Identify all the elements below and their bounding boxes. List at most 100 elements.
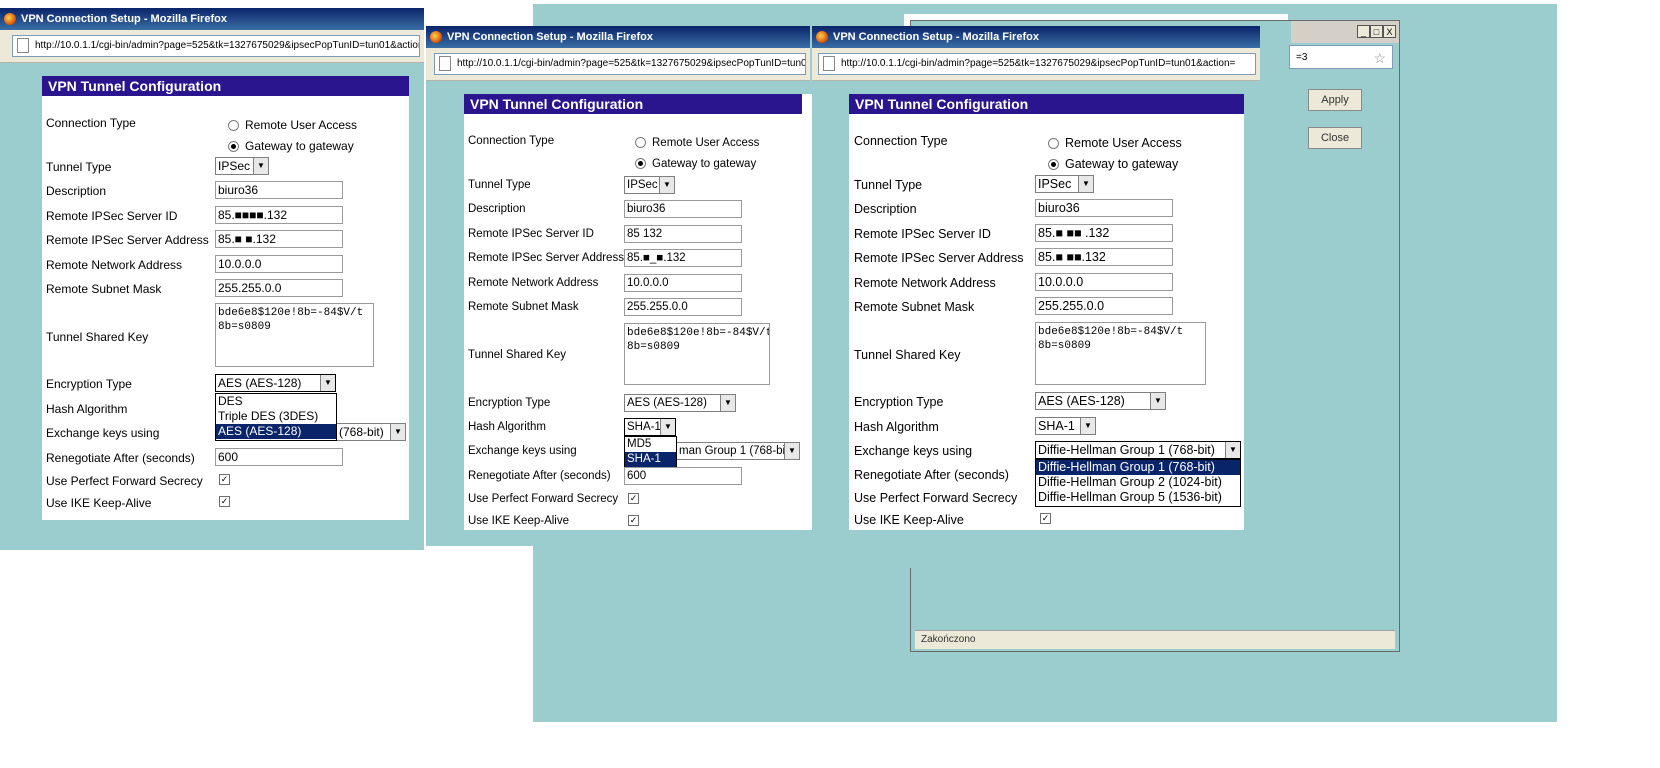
exchange-keys-select[interactable]: Diffie-Hellman Group 1 (768-bit) ▼ xyxy=(1035,441,1241,459)
label-ike: Use IKE Keep-Alive xyxy=(854,513,964,527)
dropdown-option-selected[interactable]: AES (AES-128) xyxy=(216,424,336,439)
encryption-type-select[interactable]: AES (AES-128) ▼ xyxy=(624,394,736,412)
label-description: Description xyxy=(854,202,917,216)
dropdown-option[interactable]: DES xyxy=(216,394,336,409)
dropdown-option[interactable]: MD5 xyxy=(625,437,676,452)
exchange-keys-select[interactable]: man Group 1 (768-bit) ▼ xyxy=(676,442,800,460)
renegotiate-input[interactable]: 600 xyxy=(624,467,742,485)
label-shared-key: Tunnel Shared Key xyxy=(46,330,149,344)
encryption-type-select[interactable]: AES (AES-128) ▼ xyxy=(215,374,336,392)
subnet-mask-input[interactable]: 255.255.0.0 xyxy=(624,298,742,316)
ike-checkbox[interactable]: ✓ xyxy=(219,496,230,507)
server-address-input[interactable]: 85.■ ■.132 xyxy=(215,230,343,248)
chevron-down-icon: ▼ xyxy=(320,375,335,391)
dropdown-option[interactable]: Diffie-Hellman Group 2 (1024-bit) xyxy=(1036,475,1240,490)
label-description: Description xyxy=(468,203,526,215)
window-3-titlebar: VPN Connection Setup - Mozilla Firefox xyxy=(812,26,1260,48)
chevron-down-icon: ▼ xyxy=(253,158,268,174)
tunnel-type-select[interactable]: IPSec ▼ xyxy=(215,157,269,175)
tunnel-type-select[interactable]: IPSec ▼ xyxy=(1035,175,1094,193)
label-shared-key: Tunnel Shared Key xyxy=(468,349,567,361)
panel-heading: VPN Tunnel Configuration xyxy=(849,94,1244,114)
label-subnet-mask: Remote Subnet Mask xyxy=(854,300,975,314)
label-server-address: Remote IPSec Server Address xyxy=(46,233,209,247)
description-input[interactable]: biuro36 xyxy=(215,181,343,199)
panel-heading: VPN Tunnel Configuration xyxy=(42,76,409,96)
window-title: VPN Connection Setup - Mozilla Firefox xyxy=(833,31,1039,43)
description-input[interactable]: biuro36 xyxy=(1035,199,1173,217)
chevron-down-icon: ▼ xyxy=(720,395,735,411)
dropdown-option-selected[interactable]: SHA-1 xyxy=(625,452,676,467)
label-encryption-type: Encryption Type xyxy=(468,397,551,409)
pfs-checkbox[interactable]: ✓ xyxy=(219,474,230,485)
chevron-down-icon: ▼ xyxy=(659,177,674,193)
dropdown-option[interactable]: Diffie-Hellman Group 5 (1536-bit) xyxy=(1036,490,1240,505)
server-id-input[interactable]: 85 132 xyxy=(624,225,742,243)
tunnel-type-select[interactable]: IPSec ▼ xyxy=(624,176,675,194)
chevron-down-icon: ▼ xyxy=(1150,393,1165,409)
hash-algorithm-select[interactable]: SHA-1 ▼ xyxy=(624,418,676,436)
exchange-keys-select[interactable]: (768-bit) ▼ xyxy=(336,423,406,441)
pfs-checkbox[interactable]: ✓ xyxy=(628,493,639,504)
chevron-down-icon: ▼ xyxy=(1078,176,1093,192)
radio-gateway-to-gateway[interactable]: Gateway to gateway xyxy=(635,158,756,170)
hash-dropdown-list[interactable]: MD5 SHA-1 xyxy=(624,436,677,469)
label-pfs: Use Perfect Forward Secrecy xyxy=(46,474,203,488)
network-address-input[interactable]: 10.0.0.0 xyxy=(215,255,343,273)
window-2-urlbar: http://10.0.1.1/cgi-bin/admin?page=525&t… xyxy=(426,48,810,81)
ike-checkbox[interactable]: ✓ xyxy=(1040,513,1051,524)
label-tunnel-type: Tunnel Type xyxy=(468,179,531,191)
url-field[interactable]: http://10.0.1.1/cgi-bin/admin?page=525&t… xyxy=(12,35,420,57)
window-1-urlbar: http://10.0.1.1/cgi-bin/admin?page=525&t… xyxy=(0,30,424,63)
radio-gateway-to-gateway[interactable]: Gateway to gateway xyxy=(228,139,354,153)
shared-key-textarea[interactable]: bde6e8$120e!8b=-84$V/t 8b=s0809 xyxy=(1035,322,1206,385)
network-address-input[interactable]: 10.0.0.0 xyxy=(1035,273,1173,291)
dropdown-option-selected[interactable]: Diffie-Hellman Group 1 (768-bit) xyxy=(1036,460,1240,475)
close-window-button[interactable]: X xyxy=(1383,25,1396,38)
ike-checkbox[interactable]: ✓ xyxy=(628,515,639,526)
background-url-field[interactable]: =3 ☆ xyxy=(1289,45,1393,69)
network-address-input[interactable]: 10.0.0.0 xyxy=(624,274,742,292)
close-button[interactable]: Close xyxy=(1308,127,1362,149)
minimize-button[interactable]: _ xyxy=(1357,25,1370,38)
radio-gateway-to-gateway[interactable]: Gateway to gateway xyxy=(1048,157,1178,171)
label-exchange-keys: Exchange keys using xyxy=(468,445,577,457)
url-text: http://10.0.1.1/cgi-bin/admin?page=525&t… xyxy=(35,40,420,51)
subnet-mask-input[interactable]: 255.255.0.0 xyxy=(1035,297,1173,315)
status-bar: Zakończono xyxy=(915,630,1395,649)
label-network-address: Remote Network Address xyxy=(46,258,183,272)
renegotiate-input[interactable]: 600 xyxy=(215,448,343,466)
url-field[interactable]: http://10.0.1.1/cgi-bin/admin?page=525&t… xyxy=(434,53,806,75)
window-title: VPN Connection Setup - Mozilla Firefox xyxy=(447,31,653,43)
label-network-address: Remote Network Address xyxy=(468,277,599,289)
radio-remote-user-access[interactable]: Remote User Access xyxy=(228,118,357,132)
url-field[interactable]: http://10.0.1.1/cgi-bin/admin?page=525&t… xyxy=(818,53,1256,75)
encryption-dropdown-list[interactable]: DES Triple DES (3DES) AES (AES-128) xyxy=(215,393,337,441)
label-renegotiate: Renegotiate After (seconds) xyxy=(854,468,1009,482)
star-icon[interactable]: ☆ xyxy=(1373,46,1386,70)
server-address-input[interactable]: 85.■_■.132 xyxy=(624,249,742,267)
firefox-icon xyxy=(430,31,442,44)
url-text: http://10.0.1.1/cgi-bin/admin?page=525&t… xyxy=(457,58,805,69)
window-title: VPN Connection Setup - Mozilla Firefox xyxy=(21,13,227,25)
server-id-input[interactable]: 85.■■■■.132 xyxy=(215,206,343,224)
apply-button[interactable]: Apply xyxy=(1308,89,1362,111)
server-id-input[interactable]: 85.■ ■■ .132 xyxy=(1035,224,1173,242)
label-server-address: Remote IPSec Server Address xyxy=(468,252,624,264)
server-address-input[interactable]: 85.■ ■■.132 xyxy=(1035,248,1173,266)
shared-key-textarea[interactable]: bde6e8$120e!8b=-84$V/t 8b=s0809 xyxy=(624,323,770,385)
description-input[interactable]: biuro36 xyxy=(624,200,742,218)
shared-key-textarea[interactable]: bde6e8$120e!8b=-84$V/t 8b=s0809 xyxy=(215,303,374,367)
radio-remote-user-access[interactable]: Remote User Access xyxy=(635,137,759,149)
exchange-keys-dropdown-list[interactable]: Diffie-Hellman Group 1 (768-bit) Diffie-… xyxy=(1035,459,1241,507)
dropdown-option[interactable]: Triple DES (3DES) xyxy=(216,409,336,424)
label-connection-type: Connection Type xyxy=(46,116,136,130)
maximize-button[interactable]: □ xyxy=(1370,25,1383,38)
subnet-mask-input[interactable]: 255.255.0.0 xyxy=(215,279,343,297)
hash-algorithm-select[interactable]: SHA-1 ▼ xyxy=(1035,417,1096,435)
label-hash-algorithm: Hash Algorithm xyxy=(46,402,128,416)
label-tunnel-type: Tunnel Type xyxy=(854,178,923,192)
encryption-type-select[interactable]: AES (AES-128) ▼ xyxy=(1035,392,1166,410)
radio-remote-user-access[interactable]: Remote User Access xyxy=(1048,136,1182,150)
chevron-down-icon: ▼ xyxy=(660,419,675,435)
